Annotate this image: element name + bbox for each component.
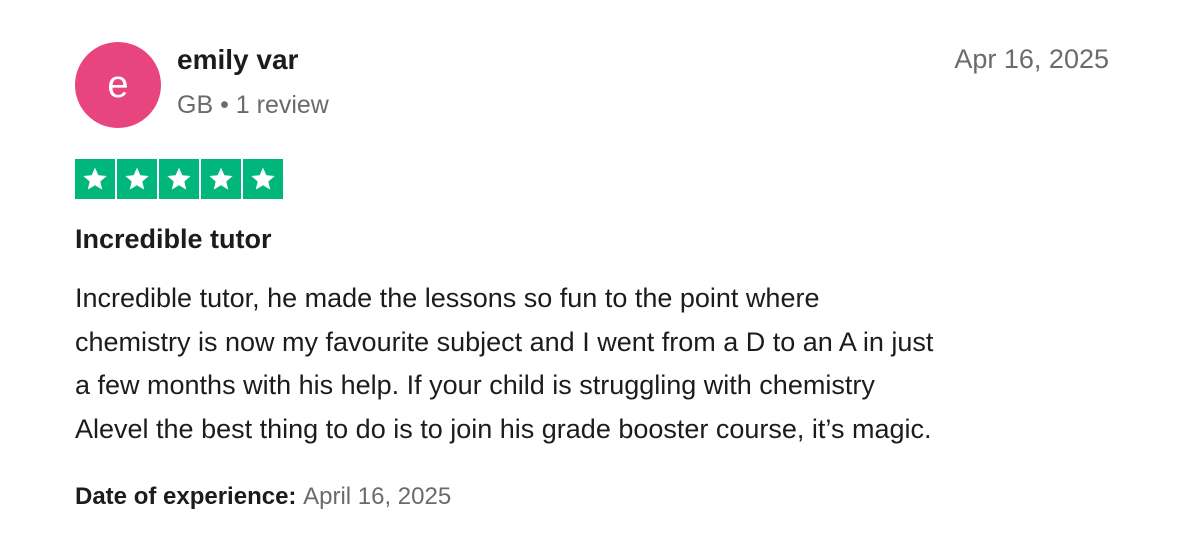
- star-icon: [243, 159, 283, 199]
- star-icon: [159, 159, 199, 199]
- experience-date: April 16, 2025: [303, 483, 452, 510]
- review-body: Incredible tutor, he made the lessons so…: [75, 277, 1135, 451]
- review-body-line: Incredible tutor, he made the lessons so…: [75, 283, 820, 313]
- review-body-line: chemistry is now my favourite subject an…: [75, 326, 934, 357]
- reviewer-meta: GB • 1 review: [177, 91, 329, 119]
- review-title: Incredible tutor: [75, 224, 272, 254]
- review-date: Apr 16, 2025: [954, 44, 1109, 74]
- star-rating: [75, 159, 283, 199]
- review-body-line: Alevel the best thing to do is to join h…: [75, 413, 932, 444]
- star-icon: [117, 159, 157, 199]
- star-icon: [75, 159, 115, 199]
- reviewer-name[interactable]: emily var: [177, 44, 298, 76]
- reviewer-avatar[interactable]: e: [75, 42, 161, 128]
- star-icon: [201, 159, 241, 199]
- date-of-experience: Date of experience: April 16, 2025: [75, 483, 451, 511]
- review-card: e emily var GB • 1 review Apr 16, 2025 I…: [0, 0, 1200, 552]
- avatar-initial: e: [107, 64, 129, 106]
- experience-label: Date of experience:: [75, 483, 304, 510]
- review-body-line: a few months with his help. If your chil…: [75, 370, 875, 400]
